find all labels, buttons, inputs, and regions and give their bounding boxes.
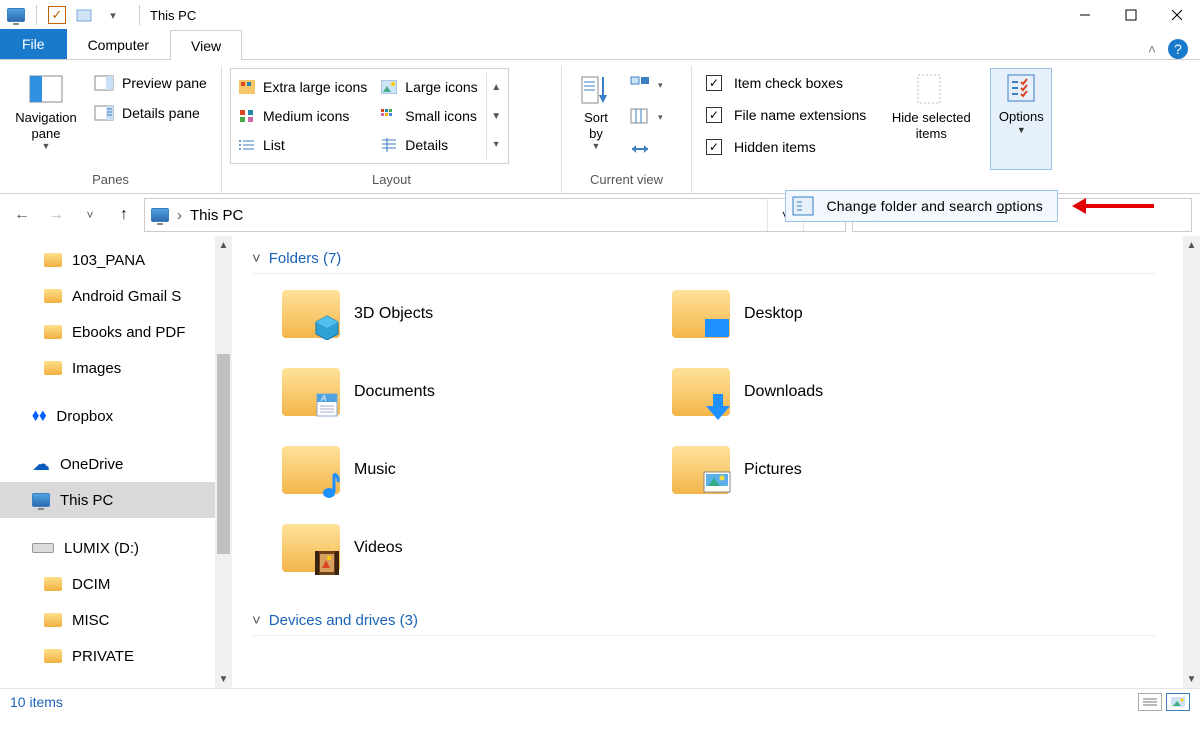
close-button[interactable]	[1154, 0, 1200, 30]
breadcrumb-this-pc[interactable]: This PC	[190, 207, 243, 224]
window-title: This PC	[144, 8, 196, 23]
devices-section-header[interactable]: ˅Devices and drives (3)	[252, 606, 1156, 636]
collapse-ribbon-icon[interactable]: ˄	[1148, 41, 1156, 57]
minimize-button[interactable]	[1062, 0, 1108, 30]
forward-button[interactable]: →	[42, 201, 70, 229]
view-large-icons-button[interactable]	[1166, 693, 1190, 711]
layout-extra-large-icons[interactable]: Extra large icons	[233, 73, 373, 102]
navigation-pane-button[interactable]: Navigation pane▼	[8, 68, 84, 170]
folder-icon	[44, 577, 62, 591]
pc-icon	[151, 208, 169, 222]
view-details-button[interactable]	[1138, 693, 1162, 711]
layout-details[interactable]: Details	[375, 130, 483, 159]
layout-list[interactable]: List	[233, 130, 373, 159]
tab-view[interactable]: View	[170, 30, 242, 60]
item-check-boxes-toggle[interactable]: ✓Item check boxes	[700, 68, 872, 98]
pc-icon	[32, 493, 50, 507]
sidebar-item-103-pana[interactable]: 103_PANA	[0, 242, 232, 278]
sidebar-item-this-pc[interactable]: This PC	[0, 482, 232, 518]
annotation-arrow	[1072, 198, 1154, 214]
qat-customize-icon[interactable]: ▾	[101, 4, 125, 26]
title-bar: ✓ ▾ This PC	[0, 0, 1200, 30]
system-icon[interactable]	[4, 4, 28, 26]
folder-icon	[44, 325, 62, 339]
folder-icon	[44, 289, 62, 303]
onedrive-icon: ☁	[32, 454, 50, 475]
tab-computer[interactable]: Computer	[67, 29, 170, 59]
up-button[interactable]: ↑	[110, 201, 138, 229]
layout-gallery[interactable]: Extra large icons Medium icons List Larg…	[230, 68, 509, 164]
svg-text:A: A	[320, 394, 326, 403]
sidebar-item-android-gmail-s[interactable]: Android Gmail S	[0, 278, 232, 314]
folder-icon	[282, 446, 340, 494]
sidebar-item-ebooks-and-pdf[interactable]: Ebooks and PDF	[0, 314, 232, 350]
folder-3d-objects[interactable]: 3D Objects	[282, 282, 662, 346]
folder-icon	[672, 368, 730, 416]
sidebar-scrollbar[interactable]: ▲▼	[215, 236, 232, 688]
size-columns-button[interactable]	[626, 134, 667, 164]
hidden-items-toggle[interactable]: ✓Hidden items	[700, 132, 872, 162]
content-scrollbar[interactable]: ▲▼	[1183, 236, 1200, 688]
qat-new-folder-icon[interactable]	[73, 4, 97, 26]
folder-desktop[interactable]: Desktop	[672, 282, 1052, 346]
sidebar-item-images[interactable]: Images	[0, 350, 232, 386]
add-columns-button[interactable]: ▾	[626, 102, 667, 132]
tab-file[interactable]: File	[0, 29, 67, 59]
sort-by-button[interactable]: Sort by▼	[570, 68, 622, 170]
sidebar-item-private[interactable]: PRIVATE	[0, 638, 232, 674]
options-dropdown-item[interactable]: Change folder and search options	[785, 190, 1058, 222]
file-name-extensions-toggle[interactable]: ✓File name extensions	[700, 100, 872, 130]
folder-videos[interactable]: Videos	[282, 516, 662, 580]
status-bar: 10 items	[0, 688, 1200, 714]
preview-pane-button[interactable]: Preview pane	[88, 68, 213, 98]
folder-music[interactable]: Music	[282, 438, 662, 502]
group-current-view-label: Current view	[562, 170, 691, 194]
sidebar-item-dcim[interactable]: DCIM	[0, 566, 232, 602]
folder-icon	[672, 446, 730, 494]
folder-icon	[672, 290, 730, 338]
sidebar-item-lumix-d-[interactable]: LUMIX (D:)	[0, 530, 232, 566]
sidebar-item-misc[interactable]: MISC	[0, 602, 232, 638]
maximize-button[interactable]	[1108, 0, 1154, 30]
group-panes-label: Panes	[0, 170, 221, 194]
status-item-count: 10 items	[10, 694, 63, 710]
address-box[interactable]: › This PC ˅ ↻	[144, 198, 846, 232]
layout-large-icons[interactable]: Large icons	[375, 73, 483, 102]
group-by-button[interactable]: ▾	[626, 70, 667, 100]
ribbon-tabs: File Computer View ˄ ?	[0, 30, 1200, 60]
folder-icon	[44, 253, 62, 267]
details-pane-button[interactable]: Details pane	[88, 98, 213, 128]
folder-pictures[interactable]: Pictures	[672, 438, 1052, 502]
layout-small-icons[interactable]: Small icons	[375, 102, 483, 131]
back-button[interactable]: ←	[8, 201, 36, 229]
drive-icon	[32, 543, 54, 553]
folder-documents[interactable]: ADocuments	[282, 360, 662, 424]
dropbox-icon: ⬧⬧	[32, 407, 46, 425]
navigation-tree: 103_PANAAndroid Gmail SEbooks and PDFIma…	[0, 236, 232, 688]
folder-icon	[282, 524, 340, 572]
qat-properties-icon[interactable]: ✓	[45, 4, 69, 26]
layout-scroll-down[interactable]: ▼	[487, 102, 506, 131]
folders-section-header[interactable]: ˅Folders (7)	[252, 244, 1156, 274]
layout-medium-icons[interactable]: Medium icons	[233, 102, 373, 131]
help-icon[interactable]: ?	[1168, 39, 1188, 59]
recent-locations-button[interactable]: ˅	[76, 201, 104, 229]
layout-scroll-up[interactable]: ▲	[487, 73, 506, 102]
layout-expand[interactable]: ▾	[487, 130, 506, 159]
options-button[interactable]: Options ▼	[990, 68, 1052, 170]
folder-downloads[interactable]: Downloads	[672, 360, 1052, 424]
hide-selected-button[interactable]: Hide selected items	[876, 68, 986, 170]
folder-icon	[44, 649, 62, 663]
folder-icon	[282, 290, 340, 338]
sidebar-item-onedrive[interactable]: ☁OneDrive	[0, 446, 232, 482]
folder-icon: A	[282, 368, 340, 416]
sidebar-item-dropbox[interactable]: ⬧⬧Dropbox	[0, 398, 232, 434]
folder-icon	[44, 613, 62, 627]
group-layout-label: Layout	[222, 170, 561, 194]
folder-icon	[44, 361, 62, 375]
ribbon: Navigation pane▼ Preview pane Details pa…	[0, 60, 1200, 194]
content-area: ˅Folders (7) 3D ObjectsDesktopADocuments…	[232, 236, 1200, 688]
